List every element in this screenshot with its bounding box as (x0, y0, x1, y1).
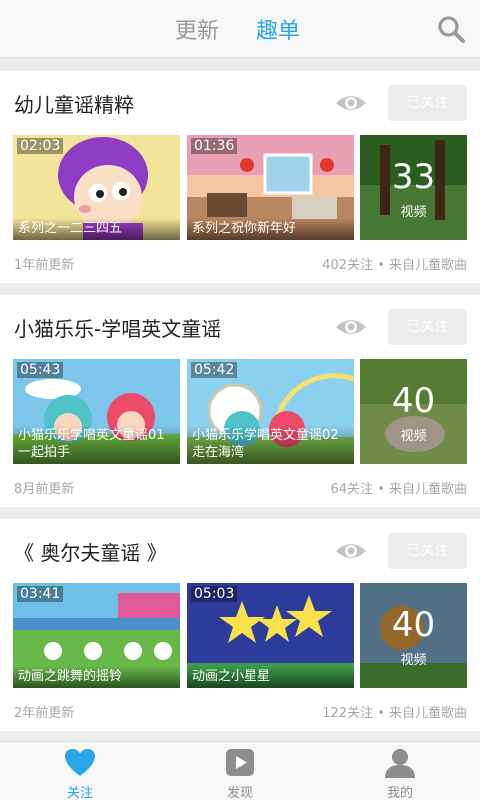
video-duration: 01:36 (191, 138, 238, 154)
video-duration: 05:43 (17, 362, 64, 378)
follow-button[interactable]: 已关注 (388, 309, 467, 345)
playlist-card[interactable]: 《 奥尔夫童谣 》 已关注 03:41 动画之跳舞的摇铃 05:03 动画之小星 (0, 519, 480, 731)
tab-update[interactable]: 更新 (175, 13, 219, 45)
play-icon (226, 749, 254, 776)
playlist-card[interactable]: 小猫乐乐-学唱英文童谣 已关注 05:43 小猫乐乐学唱英文童谣01一起拍手 0… (0, 295, 480, 507)
updated-time: 2年前更新 (14, 706, 75, 721)
search-icon[interactable] (436, 14, 466, 44)
video-caption: 动画之跳舞的摇铃 (13, 666, 180, 688)
tab-fun-list[interactable]: 趣单 (256, 13, 300, 45)
eye-icon (336, 320, 366, 334)
video-thumbnail[interactable]: 01:36 系列之祝你新年好 (187, 135, 354, 240)
video-count: 40 (391, 605, 436, 645)
eye-icon (336, 544, 366, 558)
video-duration: 02:03 (17, 138, 64, 154)
heart-icon (65, 749, 95, 776)
playlist-meta: 122关注 • 来自儿童歌曲 (322, 706, 467, 721)
playlist-meta: 402关注 • 来自儿童歌曲 (322, 258, 467, 273)
video-caption: 小猫乐乐学唱英文童谣02走在海湾 (187, 425, 354, 464)
playlist-title[interactable]: 《 奥尔夫童谣 》 (14, 537, 167, 566)
follow-button[interactable]: 已关注 (388, 533, 467, 569)
playlist-title[interactable]: 小猫乐乐-学唱英文童谣 (14, 313, 221, 342)
video-thumbnail[interactable]: 03:41 动画之跳舞的摇铃 (13, 583, 180, 688)
video-count: 33 (391, 157, 436, 197)
video-duration: 03:41 (17, 586, 64, 602)
updated-time: 8月前更新 (14, 482, 75, 497)
video-count-unit: 视频 (400, 429, 427, 444)
nav-discover[interactable]: 发现 (160, 742, 320, 800)
playlist-more-thumbnail[interactable]: 33 视频 (360, 135, 467, 240)
video-count: 40 (391, 381, 436, 421)
video-caption: 系列之祝你新年好 (187, 218, 354, 240)
playlist-card[interactable]: 幼儿童谣精粹 已关注 02:03 系列之一二三四五 01:36 系列之祝你新年好… (0, 71, 480, 283)
nav-follow-label: 关注 (66, 786, 93, 800)
user-icon (385, 749, 415, 778)
playlist-meta: 64关注 • 来自儿童歌曲 (330, 482, 467, 497)
video-thumbnail[interactable]: 05:03 动画之小星星 (187, 583, 354, 688)
video-duration: 05:03 (191, 586, 238, 602)
video-caption: 小猫乐乐学唱英文童谣01一起拍手 (13, 425, 180, 464)
playlist-more-thumbnail[interactable]: 40 视频 (360, 359, 467, 464)
video-thumbnail[interactable]: 05:43 小猫乐乐学唱英文童谣01一起拍手 (13, 359, 180, 464)
video-count-unit: 视频 (400, 653, 427, 668)
video-thumbnail[interactable]: 05:42 小猫乐乐学唱英文童谣02走在海湾 (187, 359, 354, 464)
playlist-more-thumbnail[interactable]: 40 视频 (360, 583, 467, 688)
video-caption: 系列之一二三四五 (13, 218, 180, 240)
video-count-unit: 视频 (400, 205, 427, 220)
video-duration: 05:42 (191, 362, 238, 378)
video-caption: 动画之小星星 (187, 666, 354, 688)
nav-discover-label: 发现 (226, 786, 253, 800)
nav-mine[interactable]: 我的 (320, 742, 480, 800)
eye-icon (336, 96, 366, 110)
nav-follow[interactable]: 关注 (0, 742, 160, 800)
top-bar: 更新 趣单 (0, 0, 480, 58)
updated-time: 1年前更新 (14, 258, 75, 273)
video-thumbnail[interactable]: 02:03 系列之一二三四五 (13, 135, 180, 240)
playlist-title[interactable]: 幼儿童谣精粹 (14, 89, 134, 118)
bottom-nav: 关注 发现 我的 (0, 741, 480, 800)
follow-button[interactable]: 已关注 (388, 85, 467, 121)
nav-mine-label: 我的 (386, 786, 413, 800)
